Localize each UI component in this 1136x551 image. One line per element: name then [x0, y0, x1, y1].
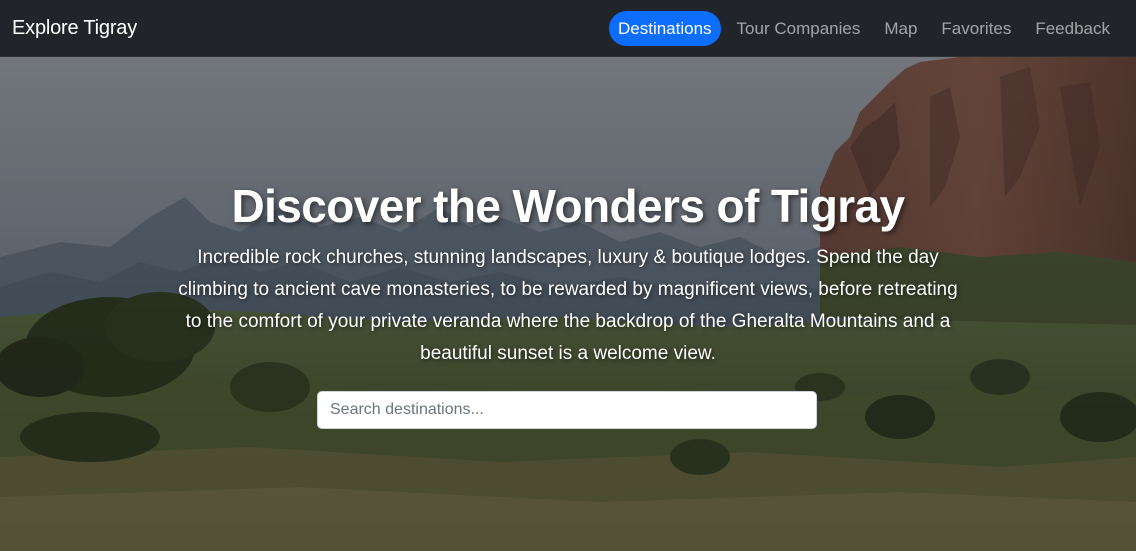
hero-description: Incredible rock churches, stunning lands…	[178, 247, 958, 364]
nav-link-map[interactable]: Map	[872, 11, 929, 46]
nav-links: Destinations Tour Companies Map Favorite…	[608, 11, 1122, 46]
brand-logo-text[interactable]: Explore Tigray	[12, 17, 137, 40]
hero-content: Discover the Wonders of Tigray Incredibl…	[0, 57, 1136, 551]
nav-link-favorites[interactable]: Favorites	[929, 11, 1023, 46]
nav-link-feedback[interactable]: Feedback	[1023, 11, 1122, 46]
navbar: Explore Tigray Destinations Tour Compani…	[0, 0, 1136, 57]
search-input[interactable]	[317, 391, 817, 429]
hero-title: Discover the Wonders of Tigray	[231, 180, 905, 232]
nav-link-destinations[interactable]: Destinations	[608, 11, 721, 46]
hero-section: Discover the Wonders of Tigray Incredibl…	[0, 57, 1136, 551]
nav-link-tour-companies[interactable]: Tour Companies	[725, 11, 873, 46]
